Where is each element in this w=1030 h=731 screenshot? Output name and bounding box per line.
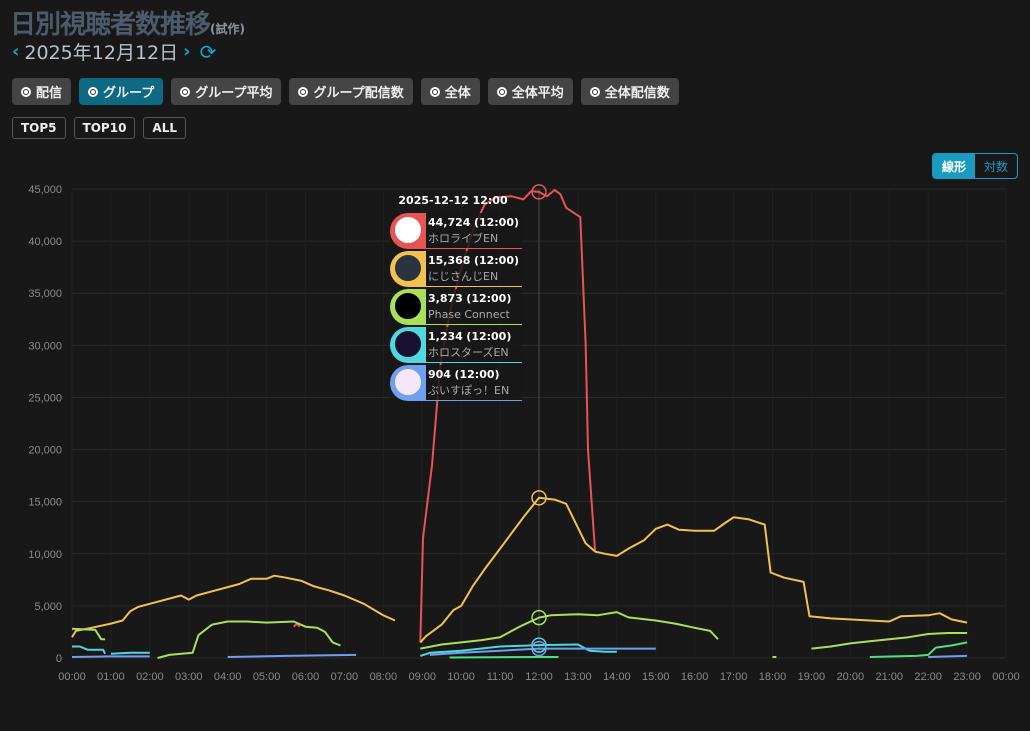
x-tick-label: 01:00 xyxy=(97,671,125,683)
group-avatar xyxy=(392,252,424,284)
x-tick-label: 09:00 xyxy=(408,671,436,683)
tooltip-group-name: にじさんじEN xyxy=(428,270,499,283)
series-line-other xyxy=(449,656,559,659)
tooltip-underline xyxy=(426,286,522,287)
tooltip-item: 3,873 (12:00) Phase Connect xyxy=(390,289,522,325)
tooltip-group-name: Phase Connect xyxy=(428,308,510,321)
series-line-other xyxy=(869,641,968,658)
tooltip-value: 904 xyxy=(428,368,451,381)
series-line-にじさんじEN xyxy=(419,496,968,644)
x-tick-label: 17:00 xyxy=(720,671,748,683)
x-tick-label: 14:00 xyxy=(603,671,631,683)
x-tick-label: 15:00 xyxy=(642,671,670,683)
x-tick-label: 08:00 xyxy=(370,671,398,683)
tooltip-underline xyxy=(426,400,522,401)
group-avatar xyxy=(392,214,424,246)
group-avatar xyxy=(392,290,424,322)
tooltip-value: 44,724 xyxy=(428,216,471,229)
y-tick-label: 25,000 xyxy=(28,392,62,404)
tooltip-group-name: ぶいすぽっ！EN xyxy=(428,384,510,397)
y-tick-label: 0 xyxy=(56,653,62,665)
tooltip-item: 15,368 (12:00) にじさんじEN xyxy=(390,251,522,287)
y-tick-label: 35,000 xyxy=(28,288,62,300)
x-tick-label: 13:00 xyxy=(564,671,592,683)
x-tick-label: 19:00 xyxy=(798,671,826,683)
x-tick-label: 16:00 xyxy=(681,671,709,683)
series-line-Phase Connect xyxy=(420,611,719,650)
series-line-ぶいすぽっ！EN xyxy=(71,655,150,658)
tooltip-time: (12:00) xyxy=(466,292,512,305)
x-tick-label: 02:00 xyxy=(136,671,164,683)
tooltip-item: 904 (12:00) ぶいすぽっ！EN xyxy=(390,365,522,401)
tooltip-underline xyxy=(426,324,522,325)
y-tick-label: 40,000 xyxy=(28,236,62,248)
series-line-ホロスターズEN xyxy=(72,645,106,655)
series-line-ホロスターズEN xyxy=(110,651,150,655)
chart-tooltip: 2025-12-12 12:00 44,724 (12:00) ホロライブEN 15… xyxy=(390,194,522,403)
tooltip-time: (12:00) xyxy=(466,330,512,343)
tooltip-time: (12:00) xyxy=(473,254,520,267)
y-tick-label: 20,000 xyxy=(28,445,62,457)
tooltip-group-name: ホロスターズEN xyxy=(428,346,509,359)
x-tick-label: 23:00 xyxy=(953,671,981,683)
series-line-にじさんじEN xyxy=(71,574,396,638)
x-tick-label: 04:00 xyxy=(214,671,242,683)
tooltip-item: 1,234 (12:00) ホロスターズEN xyxy=(390,327,522,363)
tooltip-time: (12:00) xyxy=(473,216,520,229)
x-tick-label: 07:00 xyxy=(331,671,359,683)
x-tick-label: 20:00 xyxy=(837,671,865,683)
series-line-Phase Connect xyxy=(157,620,341,659)
tooltip-value: 3,873 xyxy=(428,292,463,305)
tooltip-value: 1,234 xyxy=(428,330,463,343)
tooltip-value: 15,368 xyxy=(428,254,471,267)
y-tick-label: 5,000 xyxy=(34,601,62,613)
x-tick-label: 22:00 xyxy=(914,671,942,683)
x-tick-label: 18:00 xyxy=(759,671,787,683)
group-avatar xyxy=(392,328,424,360)
tooltip-underline xyxy=(426,248,522,249)
y-tick-label: 15,000 xyxy=(28,497,62,509)
y-tick-label: 10,000 xyxy=(28,549,62,561)
x-tick-label: 12:00 xyxy=(525,671,553,683)
tooltip-underline xyxy=(426,362,522,363)
y-tick-label: 45,000 xyxy=(28,184,62,196)
tooltip-item: 44,724 (12:00) ホロライブEN xyxy=(390,213,522,249)
x-tick-label: 21:00 xyxy=(875,671,903,683)
x-tick-label: 06:00 xyxy=(292,671,320,683)
x-tick-label: 03:00 xyxy=(175,671,203,683)
x-tick-label: 00:00 xyxy=(58,671,86,683)
y-tick-label: 30,000 xyxy=(28,340,62,352)
x-tick-label: 11:00 xyxy=(487,671,514,683)
x-tick-label: 10:00 xyxy=(447,671,475,683)
tooltip-group-name: ホロライブEN xyxy=(428,232,499,245)
tooltip-time: (12:00) xyxy=(454,368,500,381)
series-line-ぶいすぽっ！EN xyxy=(227,653,357,658)
tooltip-date: 2025-12-12 12:00 xyxy=(398,194,508,207)
x-tick-label: 05:00 xyxy=(253,671,281,683)
x-tick-label: 00:00 xyxy=(992,671,1020,683)
series-line-ぶいすぽっ！EN xyxy=(928,654,968,658)
group-avatar xyxy=(392,366,424,398)
